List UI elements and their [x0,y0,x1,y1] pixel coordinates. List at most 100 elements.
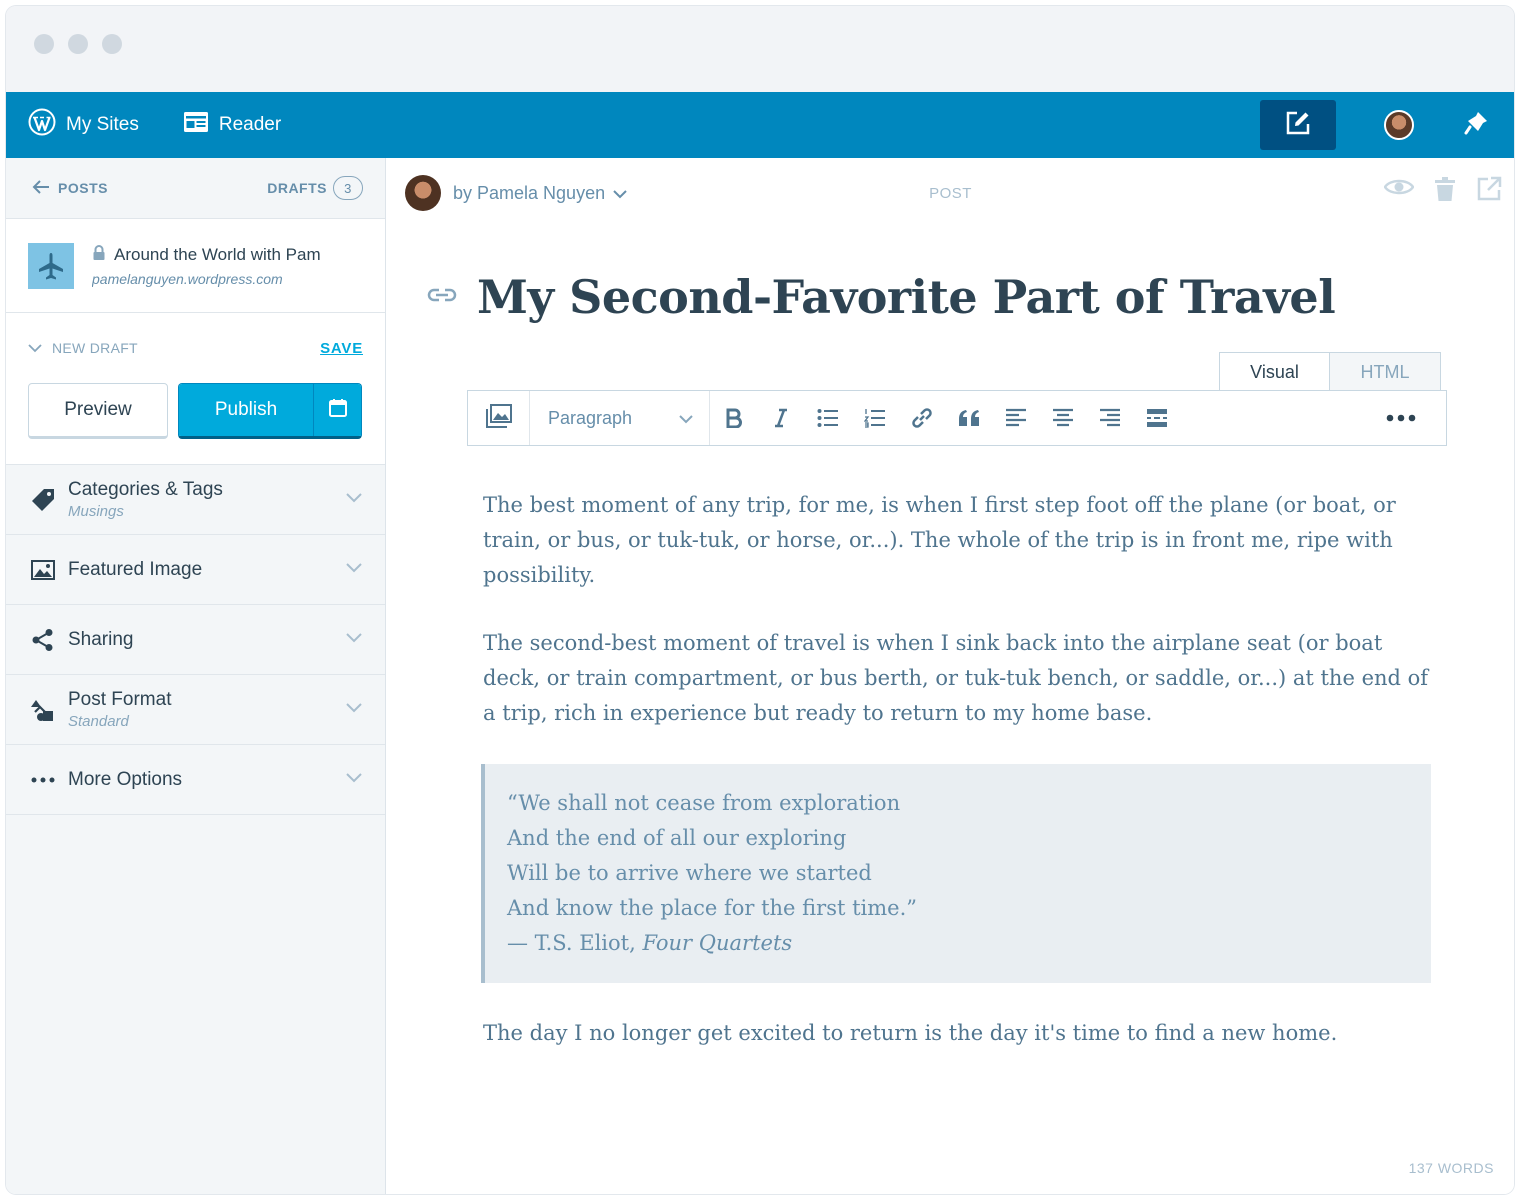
tab-html[interactable]: HTML [1330,352,1441,392]
categories-tags-value: Musings [68,503,124,520]
site-url: pamelanguyen.wordpress.com [92,270,283,287]
format-select-value: Paragraph [548,407,633,428]
site-title: Around the World with Pam [92,244,354,266]
my-sites-label: My Sites [66,114,139,135]
editor-toolbar: Paragraph [467,390,1447,446]
post-title-input[interactable]: My Second-Favorite Part of Travel [477,270,1336,324]
editor-header: by Pamela Nguyen POST [387,158,1514,228]
citation-work: Four Quartets [642,931,793,955]
paragraph-format-select[interactable]: Paragraph [530,391,710,445]
reader-button[interactable]: Reader [161,92,303,158]
word-count: 137 WORDS [1408,1160,1494,1176]
author-selector[interactable]: by Pamela Nguyen [453,183,627,204]
author-name: by Pamela Nguyen [453,182,606,203]
avatar[interactable] [1384,110,1414,140]
ellipsis-icon [30,777,56,783]
toolbar-more-button[interactable] [1356,391,1446,445]
back-to-posts-link[interactable]: POSTS [32,179,108,198]
write-post-button[interactable] [1260,100,1336,150]
blockquote: “We shall not cease from exploration And… [481,764,1431,983]
tag-icon [30,487,56,513]
sidebar-item-categories-tags[interactable]: Categories & Tags Musings [6,465,385,535]
sidebar-item-post-format[interactable]: Post Format Standard [6,675,385,745]
categories-tags-label: Categories & Tags [68,479,223,500]
link-icon [911,408,932,428]
post-content[interactable]: The best moment of any trip, for me, is … [481,488,1433,1084]
trash-icon[interactable] [1434,176,1456,202]
window-minimize-dot[interactable] [68,34,88,54]
window-chrome [6,6,1514,92]
bulleted-list-button[interactable] [804,391,851,445]
sidebar-item-featured-image[interactable]: Featured Image [6,535,385,605]
italic-icon [774,408,787,428]
post-actions: NEW DRAFT SAVE Preview Publish [6,313,385,465]
sidebar-item-sharing[interactable]: Sharing [6,605,385,675]
chevron-down-icon [345,491,363,509]
chevron-down-icon [28,340,52,356]
numbered-list-icon [863,409,885,428]
post-format-value: Standard [68,713,129,730]
site-card[interactable]: Around the World with Pam pamelanguyen.w… [6,219,385,313]
add-media-button[interactable] [468,391,530,445]
arrow-left-icon [32,179,58,198]
publish-button[interactable]: Publish [179,384,313,436]
paragraph: The second-best moment of travel is when… [483,631,1429,725]
media-icon [485,403,512,433]
drafts-count-badge: 3 [333,176,363,200]
site-icon [28,242,74,289]
blockquote-button[interactable] [945,391,992,445]
format-icon [30,697,56,723]
lock-icon [92,244,114,266]
save-button[interactable]: SAVE [320,340,363,357]
insert-link-button[interactable] [898,391,945,445]
more-options-label: More Options [68,768,183,790]
my-sites-button[interactable]: My Sites [6,92,161,158]
citation-author: — T.S. Eliot, [507,931,643,955]
permalink-icon[interactable] [427,287,457,308]
chevron-down-icon [345,561,363,579]
drafts-button[interactable]: DRAFTS 3 [267,176,363,200]
notifications-button[interactable] [1438,92,1514,158]
featured-image-label: Featured Image [68,558,203,580]
reader-label: Reader [218,114,282,135]
airplane-icon [39,252,63,279]
align-left-button[interactable] [992,391,1039,445]
numbered-list-button[interactable] [851,391,898,445]
chevron-down-icon [345,771,363,789]
italic-button[interactable] [757,391,804,445]
align-left-icon [1005,408,1026,427]
preview-eye-icon[interactable] [1384,176,1414,202]
preview-button[interactable]: Preview [28,383,168,439]
quote-citation: — T.S. Eliot, Four Quartets [507,926,1407,961]
align-right-button[interactable] [1086,391,1133,445]
window-close-dot[interactable] [34,34,54,54]
align-center-icon [1052,408,1073,427]
ellipsis-icon [1386,414,1416,422]
reader-icon [183,111,219,139]
post-status-toggle[interactable]: NEW DRAFT [28,340,138,356]
publish-button-group: Publish [178,383,362,439]
quote-icon [958,410,979,426]
editor-sidebar: POSTS DRAFTS 3 Around the World with Pam… [6,158,386,1194]
notifications-bell-icon [1462,109,1490,142]
sidebar-header: POSTS DRAFTS 3 [6,158,385,219]
image-icon [30,559,56,580]
bulleted-list-icon [817,409,838,427]
sharing-label: Sharing [68,628,134,650]
schedule-button[interactable] [313,384,361,436]
chevron-down-icon [345,631,363,649]
tab-visual[interactable]: Visual [1219,352,1330,392]
editor-mode-tabs: Visual HTML [1219,352,1441,392]
bold-button[interactable] [710,391,757,445]
wordpress-logo-icon [28,108,66,142]
external-link-icon[interactable] [1476,176,1502,202]
align-center-button[interactable] [1039,391,1086,445]
quote-line: “We shall not cease from exploration [507,791,901,815]
quote-line: And the end of all our exploring [507,826,847,850]
read-more-button[interactable] [1133,391,1180,445]
site-title-text: Around the World with Pam [114,245,321,264]
window-maximize-dot[interactable] [102,34,122,54]
back-label: POSTS [58,180,108,196]
sidebar-item-more-options[interactable]: More Options [6,745,385,815]
quote-line: And know the place for the first time.” [507,896,918,920]
